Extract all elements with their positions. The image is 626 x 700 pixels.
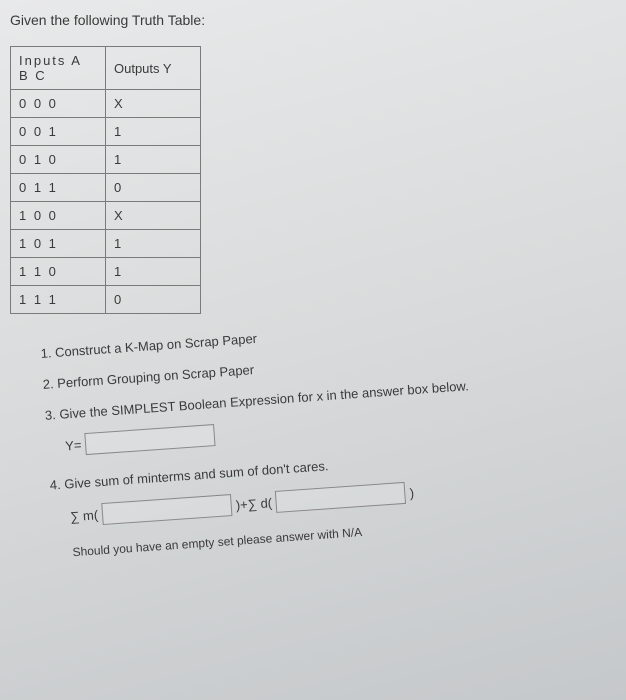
cell-outputs: 1 <box>106 146 201 174</box>
cell-inputs: 0 1 0 <box>11 146 106 174</box>
cell-outputs: 1 <box>106 118 201 146</box>
table-row: 1 1 1 0 <box>11 286 201 314</box>
cell-inputs: 0 0 1 <box>11 118 106 146</box>
cell-outputs: X <box>106 202 201 230</box>
table-row: 0 0 0 X <box>11 90 201 118</box>
cell-outputs: 1 <box>106 230 201 258</box>
table-row: 0 1 1 0 <box>11 174 201 202</box>
cell-outputs: 0 <box>106 174 201 202</box>
minterms-input[interactable] <box>101 494 232 525</box>
cell-outputs: 1 <box>106 258 201 286</box>
instructions-block: 1. Construct a K-Map on Scrap Paper 2. P… <box>40 304 626 561</box>
page-title: Given the following Truth Table: <box>10 12 616 28</box>
cell-inputs: 1 0 1 <box>11 230 106 258</box>
cell-outputs: X <box>106 90 201 118</box>
table-row: 1 0 0 X <box>11 202 201 230</box>
dontcares-input[interactable] <box>275 482 406 513</box>
cell-inputs: 1 1 0 <box>11 258 106 286</box>
y-equals-label: Y= <box>65 437 82 453</box>
table-row: 1 1 0 1 <box>11 258 201 286</box>
cell-inputs: 1 1 1 <box>11 286 106 314</box>
table-row: 0 1 0 1 <box>11 146 201 174</box>
sigma-m-label: ∑ m( <box>70 507 99 524</box>
cell-inputs: 0 1 1 <box>11 174 106 202</box>
header-inputs: Inputs A B C <box>11 47 106 90</box>
close-paren-label: ) <box>409 485 414 500</box>
cell-inputs: 1 0 0 <box>11 202 106 230</box>
header-outputs: Outputs Y <box>106 47 201 90</box>
table-row: 0 0 1 1 <box>11 118 201 146</box>
plus-sigma-d-label: )+∑ d( <box>235 495 272 512</box>
y-answer-input[interactable] <box>85 424 216 455</box>
cell-outputs: 0 <box>106 286 201 314</box>
truth-table: Inputs A B C Outputs Y 0 0 0 X 0 0 1 1 0… <box>10 46 201 314</box>
cell-inputs: 0 0 0 <box>11 90 106 118</box>
table-row: 1 0 1 1 <box>11 230 201 258</box>
